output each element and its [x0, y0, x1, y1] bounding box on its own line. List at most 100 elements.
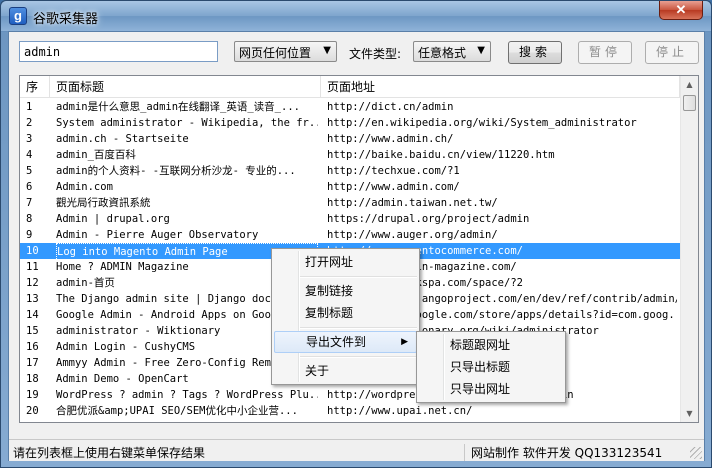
pause-button[interactable]: 暂停 [578, 41, 632, 64]
window-title: 谷歌采集器 [33, 12, 99, 27]
menu-separator [272, 353, 419, 360]
menu-item-export-url-only[interactable]: 只导出网址 [417, 378, 565, 400]
scroll-down-arrow-icon[interactable]: ▼ [681, 405, 698, 422]
row-title: admin_百度百科 [56, 149, 136, 161]
row-title: System administrator - Wikipedia, the fr… [56, 117, 318, 129]
chevron-down-icon: ▼ [323, 45, 331, 56]
row-title: WordPress ? admin ? Tags ? WordPress Plu… [56, 389, 318, 401]
location-select[interactable]: 网页任何位置 ▼ [234, 41, 337, 62]
row-number: 12 [26, 277, 39, 289]
menu-item-label: 复制链接 [305, 284, 354, 298]
app-logo-icon: g [9, 7, 27, 25]
app-window: g 谷歌采集器 ✕ 网页任何位置 ▼ 文件类型: 任意格式 ▼ 搜索 暂停 停止… [0, 0, 712, 468]
table-row[interactable]: 19 WordPress ? admin ? Tags ? WordPress P… [20, 387, 680, 403]
row-url: http://dict.cn/admin [327, 101, 454, 113]
menu-item-label: 复制标题 [305, 306, 354, 320]
menu-item-label: 导出文件到 [306, 335, 367, 349]
table-row[interactable]: 2 System administrator - Wikipedia, the f… [20, 115, 680, 131]
client-area: 网页任何位置 ▼ 文件类型: 任意格式 ▼ 搜索 暂停 停止 序 页面标题 页面… [8, 31, 705, 461]
row-number: 5 [26, 165, 33, 177]
row-number: 9 [26, 229, 33, 241]
row-number: 19 [26, 389, 39, 401]
row-number: 8 [26, 213, 33, 225]
row-number: 2 [26, 117, 33, 129]
table-row[interactable]: 5 admin的个人资料- -互联网分析沙龙- 专业的... http://tech… [20, 163, 680, 179]
row-title: Admin | drupal.org [56, 213, 170, 225]
row-number: 6 [26, 181, 33, 193]
keyword-input[interactable] [19, 41, 218, 62]
menu-item-export-title-and-url[interactable]: 标题跟网址 [417, 334, 565, 356]
row-number: 18 [26, 373, 39, 385]
location-select-value: 网页任何位置 [239, 46, 312, 60]
list-header: 序 页面标题 页面地址 [20, 76, 680, 98]
menu-item-about[interactable]: 关于 [272, 360, 419, 382]
row-url: http://www.admin.ch/ [327, 133, 454, 145]
close-button[interactable]: ✕ [659, 1, 703, 20]
menu-item-label: 打开网址 [305, 255, 354, 269]
scrollbar-thumb[interactable] [683, 95, 696, 111]
chevron-down-icon: ▼ [477, 45, 485, 56]
menu-item-label: 只导出标题 [450, 360, 511, 374]
table-row[interactable]: 8 Admin | drupal.org https://drupal.org/pr… [20, 211, 680, 227]
row-number: 10 [26, 245, 39, 257]
table-row[interactable]: 7 觀光局行政資訊系統 http://admin.taiwan.net.tw/ [20, 195, 680, 211]
row-title: Admin - Pierre Auger Observatory [56, 229, 259, 241]
file-type-select-value: 任意格式 [418, 46, 467, 60]
row-title: admin是什么意思_admin在线翻译_英语_读音_... [56, 101, 300, 113]
row-number: 13 [26, 293, 39, 305]
row-number: 14 [26, 309, 39, 321]
resize-grip-icon[interactable] [690, 447, 702, 459]
scroll-up-arrow-icon[interactable]: ▲ [681, 76, 698, 93]
row-number: 20 [26, 405, 39, 417]
row-url: http://admin.taiwan.net.tw/ [327, 197, 498, 209]
row-number: 1 [26, 101, 33, 113]
menu-item-copy-link[interactable]: 复制链接 [272, 280, 419, 302]
status-credit: 网站制作 软件开发 QQ133123541 [464, 444, 662, 461]
row-url: http://baike.baidu.cn/view/11220.htm [327, 149, 555, 161]
column-header-title[interactable]: 页面标题 [50, 76, 321, 98]
row-url: http://en.wikipedia.org/wiki/System_admi… [327, 117, 637, 129]
title-bar[interactable]: g 谷歌采集器 ✕ [1, 1, 711, 31]
status-hint: 请在列表框上使用右键菜单保存结果 [13, 446, 206, 460]
table-row[interactable]: 6 Admin.com http://www.admin.com/ [20, 179, 680, 195]
menu-item-label: 标题跟网址 [450, 338, 511, 352]
status-bar: 请在列表框上使用右键菜单保存结果 网站制作 软件开发 QQ133123541 [9, 439, 704, 461]
row-url: https://drupal.org/project/admin [327, 213, 530, 225]
menu-item-open-url[interactable]: 打开网址 [272, 251, 419, 273]
row-number: 11 [26, 261, 39, 273]
submenu-arrow-icon: ▶ [401, 337, 408, 347]
table-row[interactable]: 20 合肥优派&amp;UPAI SEO/SEM优化中小企业营... http://… [20, 403, 680, 419]
file-type-select[interactable]: 任意格式 ▼ [413, 41, 491, 62]
menu-item-export-to[interactable]: 导出文件到 ▶ [274, 331, 417, 353]
menu-item-label: 关于 [305, 364, 330, 378]
row-title: admin.ch - Startseite [56, 133, 189, 145]
file-type-label: 文件类型: [349, 47, 402, 61]
table-row[interactable]: 4 admin_百度百科 http://baike.baidu.cn/view/11… [20, 147, 680, 163]
row-url: http://techxue.com/?1 [327, 165, 460, 177]
export-submenu: 标题跟网址 只导出标题 只导出网址 [416, 331, 566, 403]
row-title: Admin.com [56, 181, 113, 193]
row-title: 觀光局行政資訊系統 [56, 197, 151, 209]
menu-item-export-title-only[interactable]: 只导出标题 [417, 356, 565, 378]
row-url: http://www.admin.com/ [327, 181, 460, 193]
row-number: 17 [26, 357, 39, 369]
table-row[interactable]: 1 admin是什么意思_admin在线翻译_英语_读音_... http://di… [20, 99, 680, 115]
search-button[interactable]: 搜索 [508, 41, 562, 64]
menu-item-copy-title[interactable]: 复制标题 [272, 302, 419, 324]
table-row[interactable]: 3 admin.ch - Startseite http://www.admin.c… [20, 131, 680, 147]
row-url: http://www.auger.org/admin/ [327, 229, 498, 241]
row-number: 3 [26, 133, 33, 145]
row-number: 16 [26, 341, 39, 353]
table-row[interactable]: 9 Admin - Pierre Auger Observatory http://… [20, 227, 680, 243]
column-header-url[interactable]: 页面地址 [321, 76, 680, 98]
row-url: http://www.upai.net.cn/ [327, 405, 473, 417]
menu-item-label: 只导出网址 [450, 382, 511, 396]
menu-separator [272, 273, 419, 280]
menu-separator [272, 324, 419, 331]
row-title: admin的个人资料- -互联网分析沙龙- 专业的... [56, 165, 296, 177]
row-number: 15 [26, 325, 39, 337]
column-header-number[interactable]: 序 [20, 76, 50, 98]
vertical-scrollbar[interactable]: ▲ ▼ [680, 76, 698, 422]
row-number: 7 [26, 197, 33, 209]
stop-button[interactable]: 停止 [645, 41, 699, 64]
